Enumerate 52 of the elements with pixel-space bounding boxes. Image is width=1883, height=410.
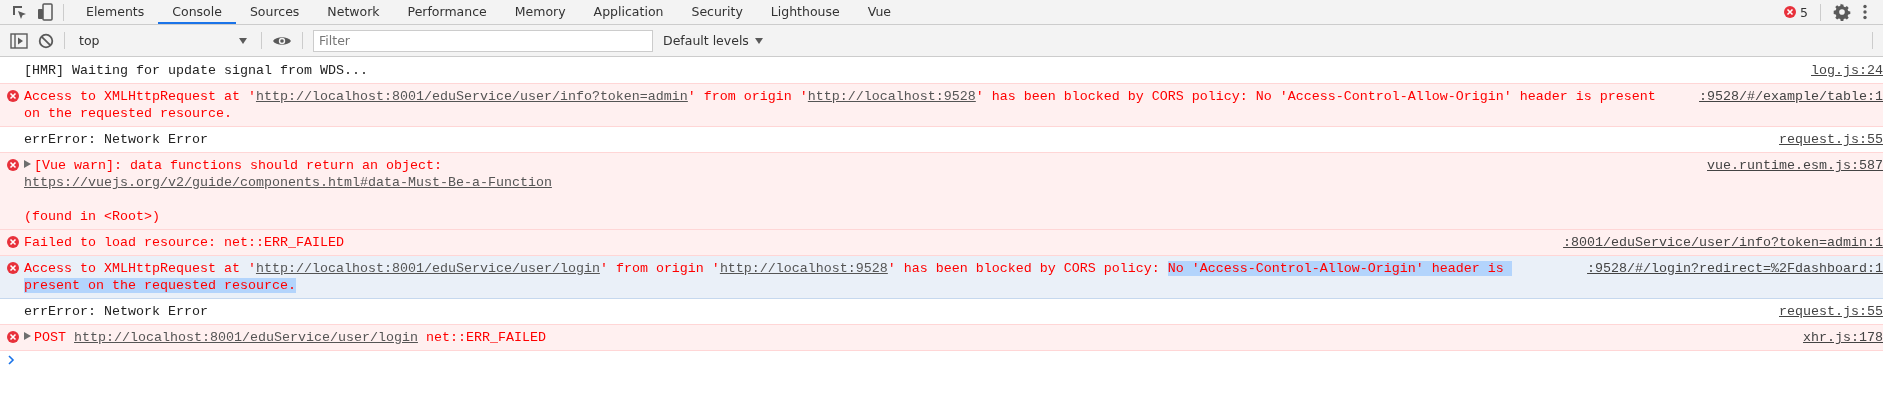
message-link[interactable]: http://localhost:9528 bbox=[719, 261, 888, 276]
console-message: POST http://localhost:8001/eduService/user/login net::ERR_FAILED bbox=[24, 329, 1783, 346]
settings-icon[interactable] bbox=[1833, 3, 1851, 21]
console-message: [HMR] Waiting for update signal from WDS... bbox=[24, 62, 369, 79]
source-link[interactable]: xhr.js:178 bbox=[1803, 329, 1883, 346]
source-link[interactable]: vue.runtime.esm.js:587 bbox=[1707, 157, 1883, 174]
console-message: [Vue warn]: data functions should return an object: https://vuejs.org/v2/guide/components.html#data-Must-Be-a-Function (found in <Root>) bbox=[24, 157, 553, 225]
prompt-icon bbox=[8, 355, 15, 365]
error-icon bbox=[1784, 6, 1797, 18]
panel-tab[interactable]: Performance bbox=[393, 0, 501, 24]
caret-icon bbox=[754, 37, 763, 44]
filter-field[interactable]: Filter bbox=[313, 29, 653, 52]
panel-tab[interactable]: Vue bbox=[853, 0, 905, 24]
source-link[interactable]: :8001/eduService/user/info?token=admin:1 bbox=[1563, 234, 1883, 251]
eye-icon[interactable] bbox=[272, 34, 292, 47]
levels-dropdown[interactable]: Default levels bbox=[663, 33, 763, 48]
error-icon bbox=[7, 159, 19, 171]
error-icon bbox=[7, 236, 19, 248]
more-menu-icon[interactable] bbox=[1863, 4, 1867, 20]
expand-triangle-icon[interactable] bbox=[24, 160, 31, 168]
source-link[interactable]: log.js:24 bbox=[1811, 62, 1883, 79]
error-icon bbox=[7, 331, 19, 343]
error-icon bbox=[7, 262, 19, 274]
context-selector[interactable]: top bbox=[75, 33, 251, 48]
message-link[interactable]: http://localhost:8001/eduService/user/login bbox=[74, 330, 418, 345]
source-link[interactable]: request.js:55 bbox=[1779, 131, 1883, 148]
panel-tab[interactable]: Security bbox=[677, 0, 757, 24]
message-link[interactable]: http://localhost:8001/eduService/user/login bbox=[255, 261, 600, 276]
source-link[interactable]: :9528/#/example/table:1 bbox=[1699, 88, 1883, 105]
caret-icon bbox=[239, 37, 247, 44]
panel-tab[interactable]: Network bbox=[313, 0, 394, 24]
sidebar-toggle-icon[interactable] bbox=[10, 32, 28, 49]
clear-console-icon[interactable] bbox=[38, 32, 54, 49]
console-message: Failed to load resource: net::ERR_FAILED bbox=[24, 234, 345, 251]
console-message: errError: Network Error bbox=[24, 303, 209, 320]
panel-tab[interactable]: Sources bbox=[235, 0, 314, 24]
panel-tab[interactable]: Elements bbox=[72, 0, 159, 24]
message-link[interactable]: https://vuejs.org/v2/guide/components.html#data-Must-Be-a-Function bbox=[24, 175, 552, 190]
error-icon bbox=[7, 90, 19, 102]
console-message: Access to XMLHttpRequest at 'http://localhost:8001/eduService/user/info?token=admin' from origin 'http://localhost:9528' has been blocked by CORS policy: No 'Access-Control-Allow-Origin' header is present on the requested resource. bbox=[24, 88, 1657, 122]
source-link[interactable]: request.js:55 bbox=[1779, 303, 1883, 320]
device-icon[interactable] bbox=[37, 3, 53, 21]
expand-triangle-icon[interactable] bbox=[24, 332, 31, 340]
source-link[interactable]: :9528/#/login?redirect=%2Fdashboard:1 bbox=[1587, 260, 1883, 277]
panel-tab[interactable]: Memory bbox=[500, 0, 580, 24]
inspect-icon[interactable] bbox=[11, 4, 27, 20]
message-link[interactable]: http://localhost:8001/eduService/user/info?token=admin bbox=[255, 89, 688, 104]
console-message: errError: Network Error bbox=[24, 131, 209, 148]
message-link[interactable]: http://localhost:9528 bbox=[807, 89, 976, 104]
error-count: 5 bbox=[1800, 4, 1808, 20]
panel-tab[interactable]: Application bbox=[579, 0, 678, 24]
panel-tab[interactable]: Lighthouse bbox=[756, 0, 854, 24]
